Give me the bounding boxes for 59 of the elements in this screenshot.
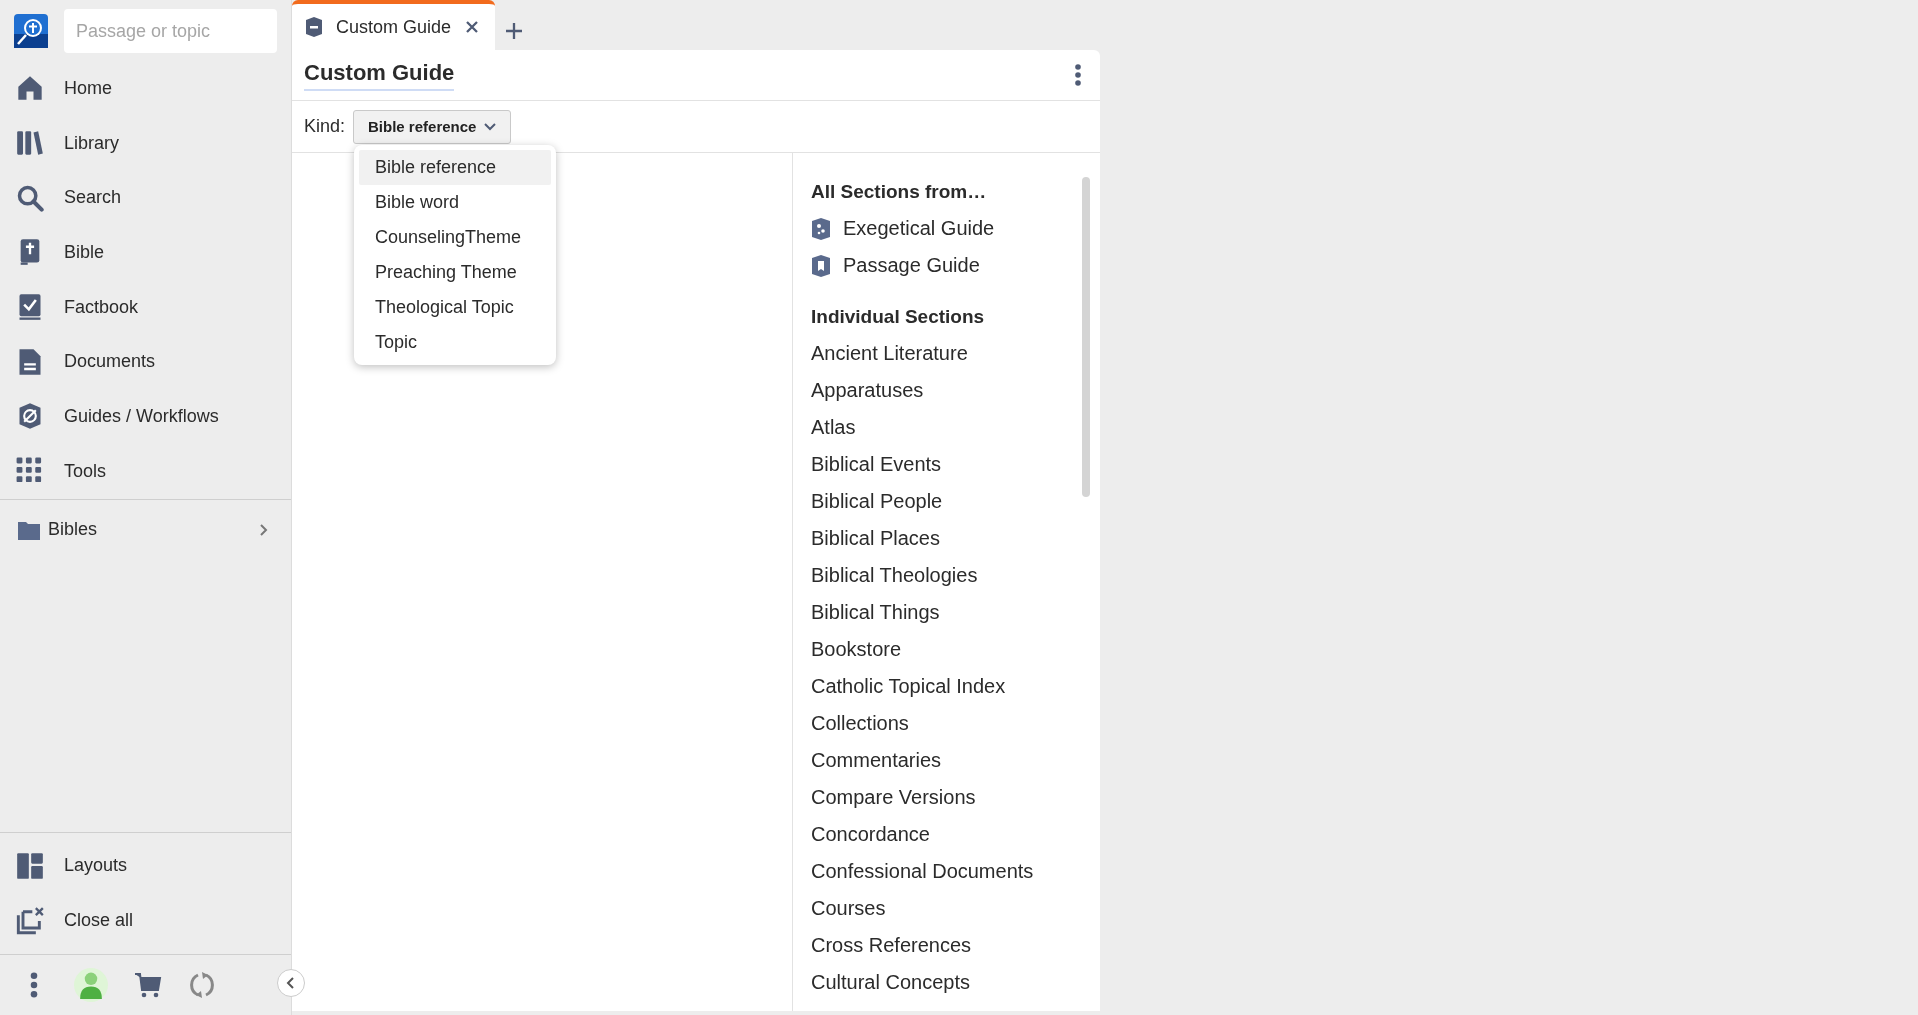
section-item[interactable]: Compare Versions xyxy=(811,779,1078,816)
search-field[interactable]: Passage or topic xyxy=(64,9,277,53)
section-heading: All Sections from… xyxy=(811,179,988,204)
logo-icon[interactable] xyxy=(14,14,48,48)
collapse-button[interactable] xyxy=(277,969,305,997)
chevron-down-icon xyxy=(484,122,497,131)
kind-dropdown[interactable]: Bible reference xyxy=(353,109,512,144)
nav-item[interactable]: Guides / Workflows xyxy=(0,389,291,444)
chevron-left-icon xyxy=(286,977,296,989)
close-icon[interactable] xyxy=(465,20,480,34)
section-item[interactable]: Cross References xyxy=(811,927,1078,964)
guide-icon xyxy=(306,17,322,37)
folder-item[interactable]: Bibles xyxy=(0,499,291,560)
layout-icon xyxy=(16,851,44,880)
more-icon[interactable] xyxy=(1074,63,1082,87)
document-tab[interactable]: Custom Guide xyxy=(292,0,496,50)
section-item[interactable]: Bookstore xyxy=(811,631,1078,668)
section-item[interactable]: Biblical Events xyxy=(811,446,1078,483)
nav-item[interactable]: Documents xyxy=(0,334,291,390)
scrollbar[interactable] xyxy=(1082,177,1090,497)
nav-item[interactable]: Layouts xyxy=(0,838,291,894)
section-item[interactable]: Biblical People xyxy=(811,483,1078,520)
nav-icon xyxy=(16,74,44,103)
cart-icon[interactable] xyxy=(134,971,162,999)
nav-item[interactable]: Library xyxy=(0,115,291,171)
section-item[interactable]: Courses xyxy=(811,890,1078,927)
section-item[interactable]: Atlas xyxy=(811,409,1078,446)
guide-link[interactable]: Passage Guide xyxy=(811,247,1078,284)
section-item[interactable]: Catholic Topical Index xyxy=(811,668,1078,705)
nav-icon xyxy=(16,183,44,212)
section-heading: Individual Sections xyxy=(811,304,986,329)
section-item[interactable]: Commentaries xyxy=(811,742,1078,779)
nav-item[interactable]: Search xyxy=(0,170,291,226)
folder-icon xyxy=(18,519,40,540)
nav-item[interactable]: Tools xyxy=(0,443,291,499)
section-item[interactable]: Cultural Concepts xyxy=(811,964,1078,1001)
nav-item[interactable]: Bible xyxy=(0,225,291,280)
kind-label: Kind: xyxy=(304,116,346,137)
section-item[interactable]: Ancient Literature xyxy=(811,335,1078,372)
section-item[interactable]: Collections xyxy=(811,705,1078,742)
nav-icon xyxy=(16,129,44,158)
plus-icon xyxy=(505,22,524,40)
dropdown-option[interactable]: Bible reference xyxy=(359,150,551,185)
section-item[interactable]: Biblical Places xyxy=(811,520,1078,557)
section-item[interactable]: Apparatuses xyxy=(811,372,1078,409)
guide-link[interactable]: Exegetical Guide xyxy=(811,210,1078,247)
chevron-right-icon xyxy=(259,522,269,537)
close-all-icon xyxy=(16,906,44,935)
guide-icon xyxy=(811,216,831,241)
sync-icon[interactable] xyxy=(188,971,216,999)
panel-title[interactable]: Custom Guide xyxy=(304,59,455,91)
nav-item[interactable]: Close all xyxy=(0,893,291,948)
guide-icon xyxy=(811,253,831,278)
nav-item[interactable]: Home xyxy=(0,61,291,116)
section-item[interactable]: Confessional Documents xyxy=(811,853,1078,890)
section-item[interactable]: Biblical Things xyxy=(811,594,1078,631)
section-item[interactable]: Concordance xyxy=(811,816,1078,853)
section-item[interactable]: Biblical Theologies xyxy=(811,557,1078,594)
nav-item[interactable]: Factbook xyxy=(0,279,291,335)
